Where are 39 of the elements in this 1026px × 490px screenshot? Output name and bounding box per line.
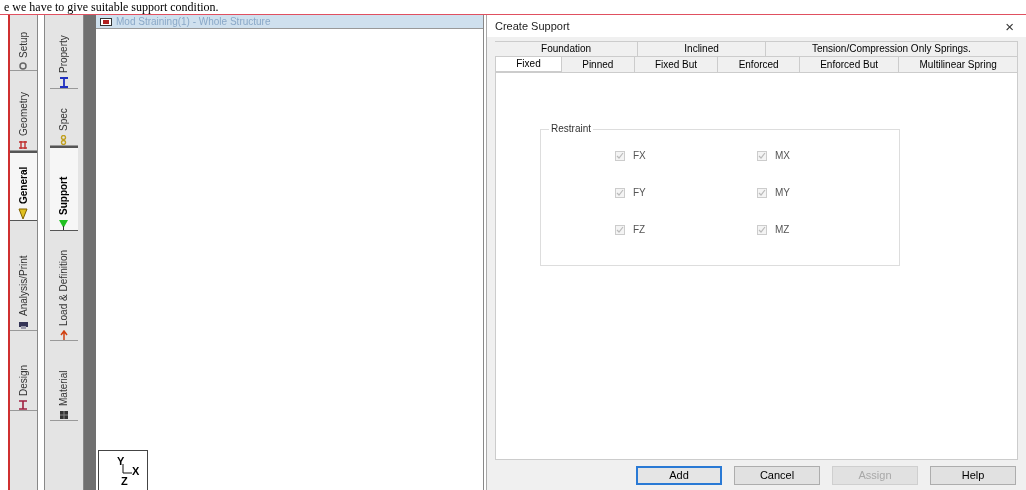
dialog-tab[interactable]: Enforced But — [799, 56, 900, 72]
checkbox-label: FY — [633, 186, 646, 200]
close-button[interactable]: × — [1001, 18, 1018, 34]
dialog-tab[interactable]: Fixed But — [634, 56, 719, 72]
dialog-button[interactable]: Add — [636, 465, 722, 485]
dialog-button[interactable]: Cancel — [734, 465, 820, 485]
caption-text: e we have to give suitable support condition. — [3, 0, 219, 14]
frame-icon — [18, 140, 29, 150]
beam-icon — [59, 77, 69, 88]
link-icon — [59, 135, 69, 145]
printer-icon — [18, 320, 29, 330]
axis-label: X — [132, 464, 140, 479]
dialog-tab[interactable]: Foundation — [495, 41, 639, 56]
checkbox-label: MX — [775, 149, 790, 163]
side-tab[interactable]: General — [10, 151, 37, 221]
checkbox-label: FZ — [633, 223, 646, 237]
checkbox-label: MY — [775, 186, 790, 200]
group-title: Restraint — [549, 124, 593, 134]
load-arrow-icon — [59, 330, 69, 340]
checkbox-label: MZ — [775, 223, 790, 237]
dialog-tab[interactable]: Fixed — [495, 56, 562, 72]
axis-label: Z — [121, 474, 128, 489]
dialog-tab[interactable]: Multilinear Spring — [899, 56, 1019, 72]
beam-icon — [18, 400, 29, 410]
dialog-tab[interactable]: Inclined — [638, 41, 766, 56]
dialog-button[interactable]: Help — [930, 465, 1016, 485]
dialog-tab[interactable]: Tension/Compression Only Springs. — [765, 41, 1018, 56]
side-tab[interactable]: Support — [50, 146, 78, 231]
axis-lines-icon — [121, 464, 133, 476]
support-icon — [58, 219, 70, 230]
material-icon — [59, 410, 69, 420]
dialog-title: Create Support — [495, 18, 570, 34]
axis-label: Y — [117, 454, 125, 469]
dialog-tab[interactable]: Enforced — [718, 56, 800, 72]
checkbox-label: FX — [633, 149, 646, 163]
dialog-tab[interactable]: Pinned — [561, 56, 635, 72]
window-icon — [100, 17, 112, 26]
gear-icon — [19, 62, 28, 70]
view-title: Mod Straining(1) - Whole Structure — [116, 15, 271, 29]
